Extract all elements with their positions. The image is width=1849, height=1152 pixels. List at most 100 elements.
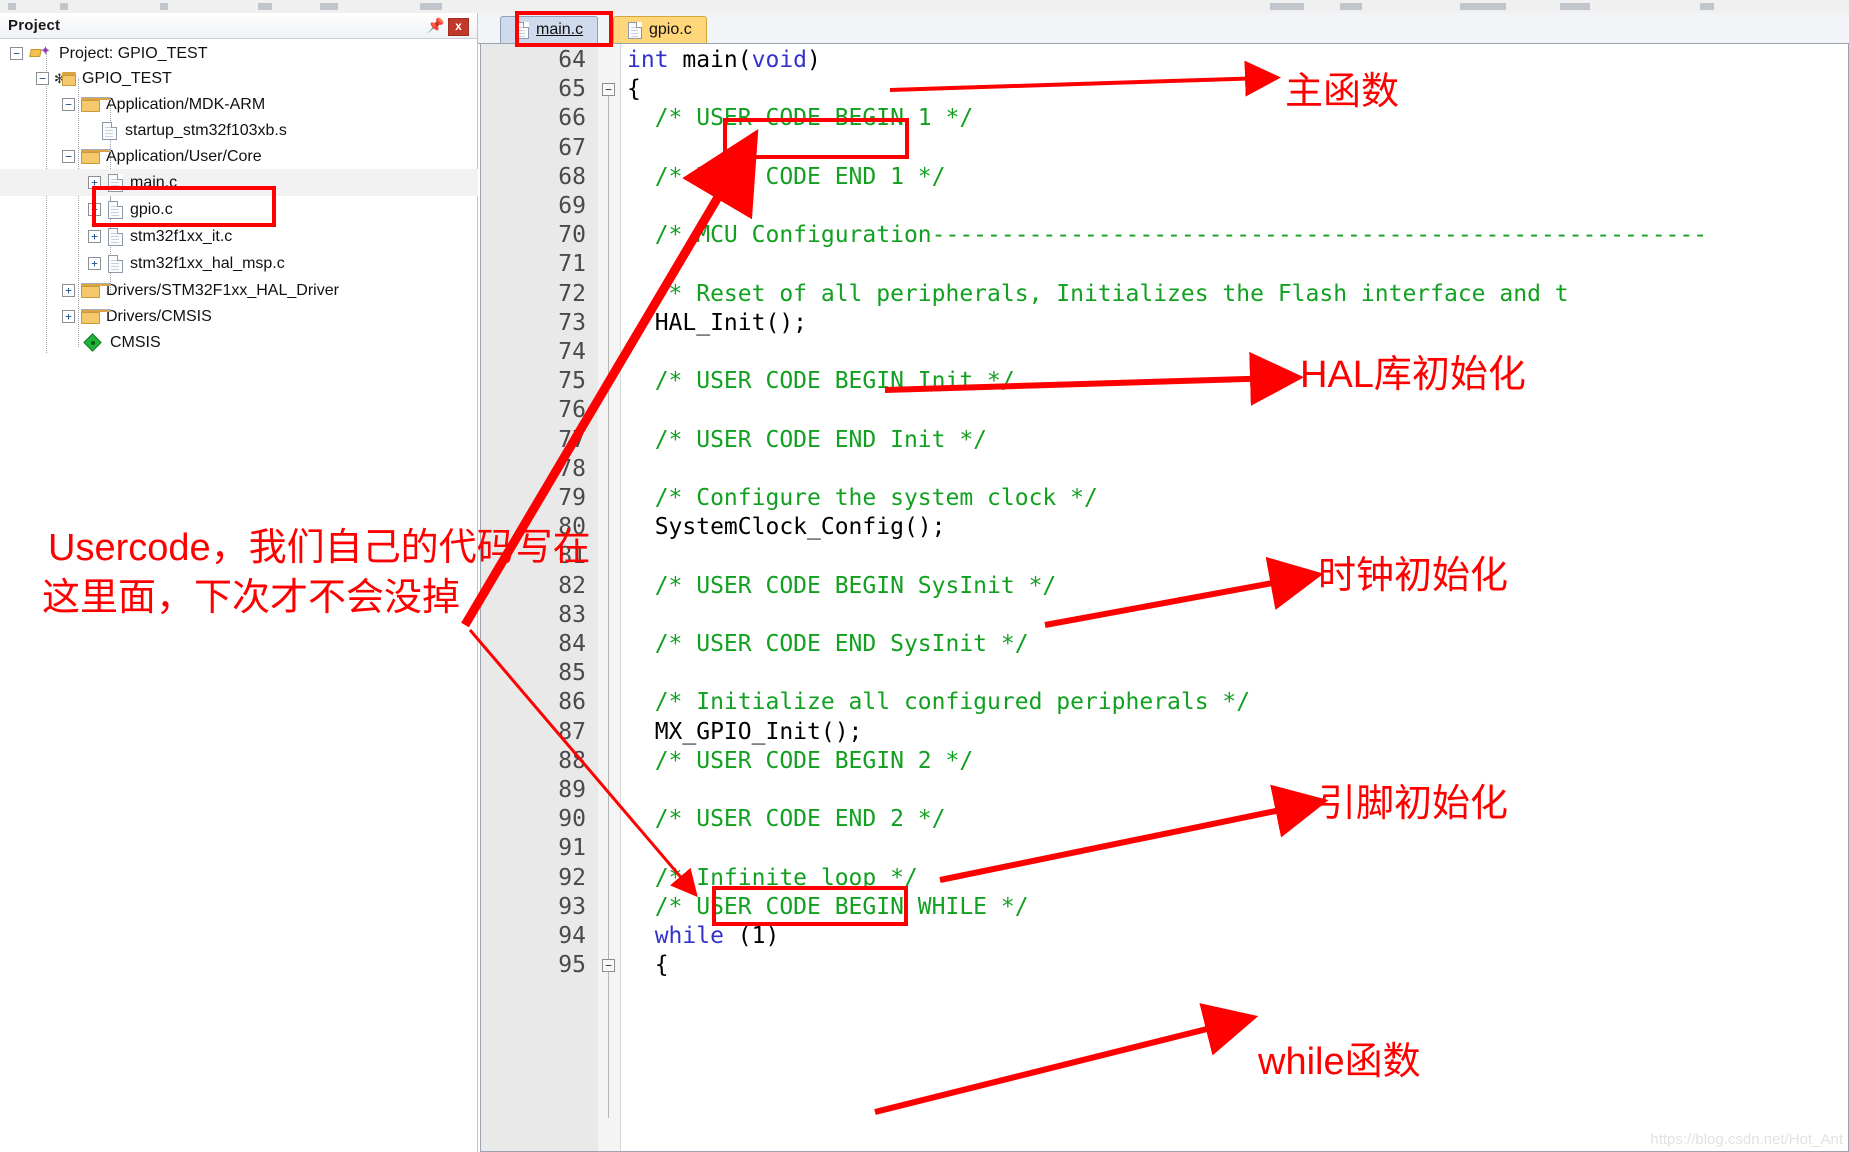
code-line[interactable]: 77 /* USER CODE END Init */ bbox=[481, 426, 1848, 455]
line-number: 73 bbox=[558, 309, 586, 336]
code-line[interactable]: 93 /* USER CODE BEGIN WHILE */ bbox=[481, 893, 1848, 922]
code-line[interactable]: 89 bbox=[481, 776, 1848, 805]
tree-row-target[interactable]: − ✻ GPIO_TEST bbox=[0, 65, 513, 92]
code-text: SystemClock_Config(); bbox=[627, 514, 946, 541]
code-line[interactable]: 65 −{ bbox=[481, 75, 1848, 104]
line-number: 90 bbox=[558, 806, 586, 833]
code-line[interactable]: 91 bbox=[481, 834, 1848, 863]
debug-icon[interactable] bbox=[1340, 3, 1362, 10]
code-line[interactable]: 73 HAL_Init(); bbox=[481, 309, 1848, 338]
highlight-box-usercode-begin-2 bbox=[712, 886, 908, 926]
tree-expander[interactable]: + bbox=[62, 284, 75, 297]
line-number: 71 bbox=[558, 251, 586, 278]
toolbar[interactable] bbox=[0, 0, 1849, 14]
line-number: 91 bbox=[558, 835, 586, 862]
code-line[interactable]: 88 /* USER CODE BEGIN 2 */ bbox=[481, 747, 1848, 776]
tree-item-label: stm32f1xx_hal_msp.c bbox=[130, 254, 285, 272]
code-line[interactable]: 74 bbox=[481, 338, 1848, 367]
line-number: 72 bbox=[558, 280, 586, 307]
line-number: 67 bbox=[558, 134, 586, 161]
highlight-box-tab-main-c bbox=[515, 11, 613, 47]
tree-expander[interactable]: − bbox=[62, 98, 75, 111]
code-text: { bbox=[627, 952, 669, 979]
annotation-hal-init: HAL库初始化 bbox=[1300, 354, 1526, 396]
tree-row-project[interactable]: − ✦ Project: GPIO_TEST bbox=[0, 40, 487, 67]
line-number: 65 bbox=[558, 76, 586, 103]
tree-item-label: stm32f1xx_it.c bbox=[130, 227, 233, 245]
line-number: 64 bbox=[558, 47, 586, 73]
folder-icon bbox=[81, 149, 111, 164]
code-line[interactable]: 82 /* USER CODE BEGIN SysInit */ bbox=[481, 572, 1848, 601]
tree-row-cmsis[interactable]: CMSIS bbox=[0, 329, 561, 356]
annotation-usercode-line-1: Usercode，我们自己的代码写在 bbox=[48, 527, 591, 569]
tree-row-group-usercore[interactable]: − Application/User/Core bbox=[0, 143, 539, 170]
code-line[interactable]: 64 int main(void) bbox=[481, 46, 1848, 75]
tab-gpio-c[interactable]: gpio.c bbox=[613, 16, 707, 43]
keil-uvision-window: Project 📌 x − ✦ Project: GPIO_TEST − ✻ G… bbox=[0, 0, 1849, 1152]
code-line[interactable]: 92 /* Infinite loop */ bbox=[481, 864, 1848, 893]
tree-expander[interactable]: + bbox=[88, 257, 101, 270]
line-number: 86 bbox=[558, 689, 586, 716]
tree-expander[interactable]: − bbox=[10, 47, 23, 60]
code-lines[interactable]: 64 int main(void) 65−{66 /* USER CODE BEGI… bbox=[481, 44, 1848, 1151]
code-line[interactable]: 67 bbox=[481, 134, 1848, 163]
tree-row-group-hal-driver[interactable]: + Drivers/STM32F1xx_HAL_Driver bbox=[0, 277, 539, 304]
code-line[interactable]: 70 /* MCU Configuration-----------------… bbox=[481, 221, 1848, 250]
options-icon[interactable] bbox=[1560, 3, 1590, 10]
file-icon bbox=[628, 21, 642, 39]
tree-expander[interactable]: − bbox=[36, 72, 49, 85]
code-line[interactable]: 78 bbox=[481, 455, 1848, 484]
paste-icon[interactable] bbox=[420, 3, 442, 10]
code-line[interactable]: 90 /* USER CODE END 2 */ bbox=[481, 805, 1848, 834]
tree-row-group-mdkarm[interactable]: − Application/MDK-ARM bbox=[0, 91, 539, 118]
tree-row-group-cmsis[interactable]: + Drivers/CMSIS bbox=[0, 303, 539, 330]
code-line[interactable]: 76 bbox=[481, 396, 1848, 425]
target-select[interactable] bbox=[1460, 3, 1506, 10]
tree-expander[interactable]: + bbox=[88, 230, 101, 243]
file-icon bbox=[108, 227, 123, 246]
code-text: { bbox=[627, 76, 641, 103]
code-text: /* USER CODE BEGIN SysInit */ bbox=[627, 572, 1057, 599]
folder-icon bbox=[81, 97, 111, 112]
tree-expander[interactable]: + bbox=[62, 310, 75, 323]
code-line[interactable]: 71 bbox=[481, 250, 1848, 279]
code-line[interactable]: 75 /* USER CODE BEGIN Init */ bbox=[481, 367, 1848, 396]
code-line[interactable]: 83 bbox=[481, 601, 1848, 630]
open-icon[interactable] bbox=[60, 3, 68, 10]
code-line[interactable]: 84 /* USER CODE END SysInit */ bbox=[481, 630, 1848, 659]
code-editor[interactable]: 64 int main(void) 65−{66 /* USER CODE BEGI… bbox=[480, 44, 1849, 1152]
code-line[interactable]: 79 /* Configure the system clock */ bbox=[481, 484, 1848, 513]
code-line[interactable]: 95 − { bbox=[481, 951, 1848, 980]
code-line[interactable]: 68 /* USER CODE END 1 */ bbox=[481, 163, 1848, 192]
help-icon[interactable] bbox=[1700, 3, 1714, 10]
code-text: /* Reset of all peripherals, Initializes… bbox=[627, 280, 1569, 307]
file-icon bbox=[102, 121, 117, 140]
code-line[interactable]: 87 MX_GPIO_Init(); bbox=[481, 718, 1848, 747]
tree-expander[interactable]: − bbox=[62, 150, 75, 163]
pin-icon[interactable]: 📌 bbox=[427, 18, 444, 33]
highlight-box-tree-main-c bbox=[92, 186, 276, 227]
code-text: while (1) bbox=[627, 923, 780, 949]
copy-icon[interactable] bbox=[320, 3, 338, 10]
line-number: 94 bbox=[558, 923, 586, 949]
code-line[interactable]: 66 /* USER CODE BEGIN 1 */ bbox=[481, 104, 1848, 133]
cut-icon[interactable] bbox=[258, 3, 272, 10]
close-icon[interactable]: x bbox=[448, 18, 469, 36]
code-line[interactable]: 94 while (1) bbox=[481, 922, 1848, 951]
code-line[interactable]: 81 bbox=[481, 542, 1848, 571]
build-icon[interactable] bbox=[1270, 3, 1304, 10]
annotation-usercode-line-2: 这里面，下次才不会没掉 bbox=[42, 577, 461, 619]
code-line[interactable]: 85 bbox=[481, 659, 1848, 688]
code-text: /* MCU Configuration--------------------… bbox=[627, 222, 1708, 249]
code-line[interactable]: 72 /* Reset of all peripherals, Initiali… bbox=[481, 280, 1848, 309]
fold-toggle-icon[interactable]: − bbox=[602, 959, 615, 973]
tree-item-label: Application/MDK-ARM bbox=[106, 95, 266, 113]
line-number: 88 bbox=[558, 747, 586, 774]
editor-tabbar[interactable]: main.c gpio.c bbox=[478, 13, 1849, 44]
save-icon[interactable] bbox=[160, 3, 168, 10]
fold-toggle-icon[interactable]: − bbox=[602, 83, 615, 97]
new-file-icon[interactable] bbox=[8, 3, 16, 10]
code-line[interactable]: 69 bbox=[481, 192, 1848, 221]
code-line[interactable]: 80 SystemClock_Config(); bbox=[481, 513, 1848, 542]
code-line[interactable]: 86 /* Initialize all configured peripher… bbox=[481, 688, 1848, 717]
